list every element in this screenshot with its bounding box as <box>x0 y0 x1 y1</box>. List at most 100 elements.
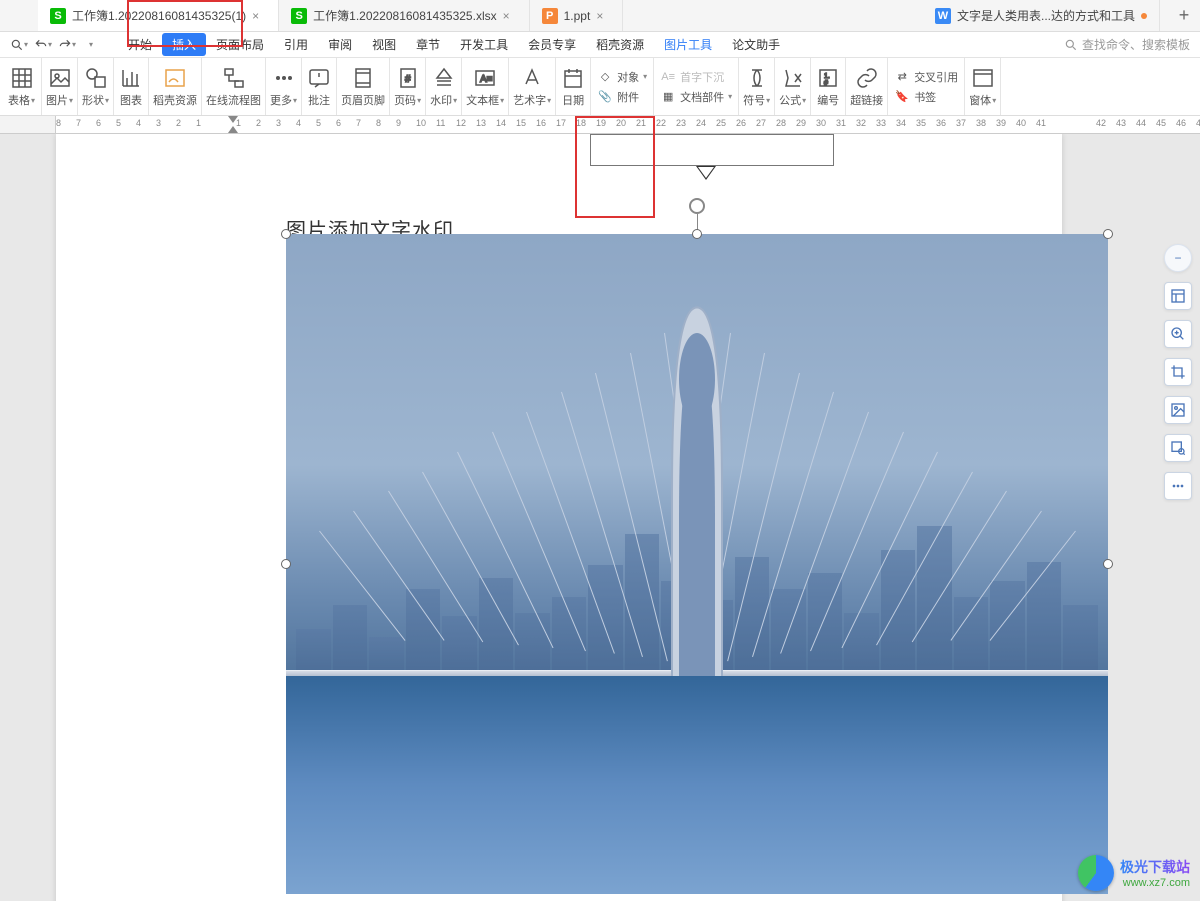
watermark-url: www.xz7.com <box>1123 877 1190 889</box>
spreadsheet-icon: S <box>291 8 307 24</box>
close-icon[interactable]: × <box>503 9 517 23</box>
menu-review[interactable]: 审阅 <box>318 33 362 56</box>
menu-thesis[interactable]: 论文助手 <box>722 33 790 56</box>
search-icon <box>1064 38 1078 52</box>
replace-image-icon[interactable] <box>1164 396 1192 424</box>
menu-view[interactable]: 视图 <box>362 33 406 56</box>
bridge-arch <box>637 287 757 696</box>
tab-1[interactable]: S 工作簿1.20220816081435325(1) × <box>38 0 279 31</box>
tab-label: 文字是人类用表...达的方式和工具 <box>957 7 1135 24</box>
resize-handle-nw[interactable] <box>281 229 291 239</box>
ribbon-comment[interactable]: 批注 <box>302 58 337 115</box>
resize-handle-w[interactable] <box>281 559 291 569</box>
tab-3[interactable]: P 1.ppt × <box>530 0 624 31</box>
resize-handle-ne[interactable] <box>1103 229 1113 239</box>
image-search-icon[interactable] <box>1164 434 1192 462</box>
ribbon-object[interactable]: ◇对象▾ <box>595 68 649 86</box>
modified-dot-icon <box>1141 13 1147 19</box>
document-canvas[interactable]: 图片添加文字水印 − <box>0 134 1200 901</box>
ribbon-insert: 表格▾ 图片▾ 形状▾ 图表 稻壳资源 在线流程图 更多▾ 批注 页眉页脚 #页… <box>0 58 1200 116</box>
tab-label: 1.ppt <box>564 9 591 23</box>
tab-label: 工作簿1.20220816081435325(1) <box>72 7 246 24</box>
ribbon-numbering[interactable]: 1.#编号 <box>811 58 846 115</box>
menu-docer[interactable]: 稻壳资源 <box>586 33 654 56</box>
svg-text:A≡: A≡ <box>480 74 493 85</box>
ribbon-attachment[interactable]: 📎附件 <box>595 88 649 106</box>
horizontal-ruler[interactable]: 8765432112345678910111213141516171819202… <box>0 116 1200 134</box>
resize-handle-e[interactable] <box>1103 559 1113 569</box>
menu-developer[interactable]: 开发工具 <box>450 33 518 56</box>
menu-page-layout[interactable]: 页面布局 <box>206 33 274 56</box>
ribbon-picture[interactable]: 图片▾ <box>42 58 78 115</box>
command-search[interactable]: 查找命令、搜索模板 <box>1064 36 1190 53</box>
spreadsheet-icon: S <box>50 8 66 24</box>
ribbon-hyperlink[interactable]: 超链接 <box>846 58 888 115</box>
ribbon-cross-bookmark: ⇄交叉引用 🔖书签 <box>888 58 965 115</box>
textbox-anchor-icon <box>696 166 716 180</box>
image-content <box>286 234 1108 894</box>
search-icon[interactable]: ▾ <box>8 34 30 56</box>
search-placeholder: 查找命令、搜索模板 <box>1082 36 1190 53</box>
quick-access-toolbar: ▾ ▾ ▾ ▾ <box>0 34 110 56</box>
ribbon-chart[interactable]: 图表 <box>114 58 149 115</box>
ribbon-textbox[interactable]: A≡文本框▾ <box>462 58 509 115</box>
ribbon-dropcap-docpart: A≡首字下沉 ▦文档部件▾ <box>654 58 739 115</box>
ribbon-window-form[interactable]: 窗体▾ <box>965 58 1001 115</box>
ribbon-wordart[interactable]: 艺术字▾ <box>509 58 556 115</box>
svg-text:#: # <box>824 80 828 87</box>
menu-tabs: 开始 插入 页面布局 引用 审阅 视图 章节 开发工具 会员专享 稻壳资源 图片… <box>118 33 790 56</box>
menu-insert[interactable]: 插入 <box>162 33 206 56</box>
document-page: 图片添加文字水印 <box>56 134 1062 901</box>
menubar: ▾ ▾ ▾ ▾ 开始 插入 页面布局 引用 审阅 视图 章节 开发工具 会员专享… <box>0 32 1200 58</box>
menu-start[interactable]: 开始 <box>118 33 162 56</box>
tab-label: 工作簿1.20220816081435325.xlsx <box>313 7 496 24</box>
textbox-outline[interactable] <box>590 134 834 166</box>
doc-icon: W <box>935 8 951 24</box>
rotate-handle[interactable] <box>689 198 705 214</box>
ribbon-shape[interactable]: 形状▾ <box>78 58 114 115</box>
ruler-corner <box>0 116 56 133</box>
ribbon-more[interactable]: 更多▾ <box>266 58 302 115</box>
resize-handle-n[interactable] <box>692 229 702 239</box>
water-reflection <box>286 676 1108 894</box>
ribbon-table[interactable]: 表格▾ <box>2 58 42 115</box>
undo-button[interactable]: ▾ <box>32 34 54 56</box>
menu-references[interactable]: 引用 <box>274 33 318 56</box>
zoom-tool-icon[interactable] <box>1164 320 1192 348</box>
menu-member[interactable]: 会员专享 <box>518 33 586 56</box>
crop-tool-icon[interactable] <box>1164 358 1192 386</box>
ribbon-symbol[interactable]: 符号▾ <box>739 58 775 115</box>
new-tab-button[interactable]: + <box>1168 0 1200 32</box>
ribbon-watermark[interactable]: 水印▾ <box>426 58 462 115</box>
collapse-button[interactable]: − <box>1164 244 1192 272</box>
more-tools-icon[interactable] <box>1164 472 1192 500</box>
layout-tool-icon[interactable] <box>1164 282 1192 310</box>
ruler-scale: 8765432112345678910111213141516171819202… <box>56 116 1200 133</box>
menu-picture-tools[interactable]: 图片工具 <box>654 33 722 56</box>
watermark-title: 极光下载站 <box>1120 857 1190 877</box>
ribbon-object-attach: ◇对象▾ 📎附件 <box>591 58 654 115</box>
svg-text:1.: 1. <box>824 73 830 80</box>
ribbon-date[interactable]: 日期 <box>556 58 591 115</box>
menu-chapter[interactable]: 章节 <box>406 33 450 56</box>
selected-image[interactable] <box>286 234 1108 894</box>
close-icon[interactable]: × <box>252 9 266 23</box>
ribbon-equation[interactable]: 公式▾ <box>775 58 811 115</box>
ribbon-bookmark[interactable]: 🔖书签 <box>892 88 960 106</box>
tab-2[interactable]: S 工作簿1.20220816081435325.xlsx × <box>279 0 529 31</box>
tab-4[interactable]: W 文字是人类用表...达的方式和工具 <box>923 0 1160 31</box>
side-toolbar: − <box>1164 244 1192 500</box>
ribbon-docer-resource[interactable]: 稻壳资源 <box>149 58 202 115</box>
close-icon[interactable]: × <box>596 9 610 23</box>
qat-dropdown[interactable]: ▾ <box>80 34 102 56</box>
svg-text:#: # <box>405 74 411 85</box>
ribbon-docparts[interactable]: ▦文档部件▾ <box>658 88 734 106</box>
ribbon-header-footer[interactable]: 页眉页脚 <box>337 58 390 115</box>
ribbon-page-number[interactable]: #页码▾ <box>390 58 426 115</box>
ribbon-online-flowchart[interactable]: 在线流程图 <box>202 58 266 115</box>
ribbon-dropcap: A≡首字下沉 <box>658 68 734 86</box>
ribbon-cross-ref[interactable]: ⇄交叉引用 <box>892 68 960 86</box>
site-logo-icon <box>1078 855 1114 891</box>
site-watermark: 极光下载站 www.xz7.com <box>1078 855 1190 891</box>
redo-button[interactable]: ▾ <box>56 34 78 56</box>
